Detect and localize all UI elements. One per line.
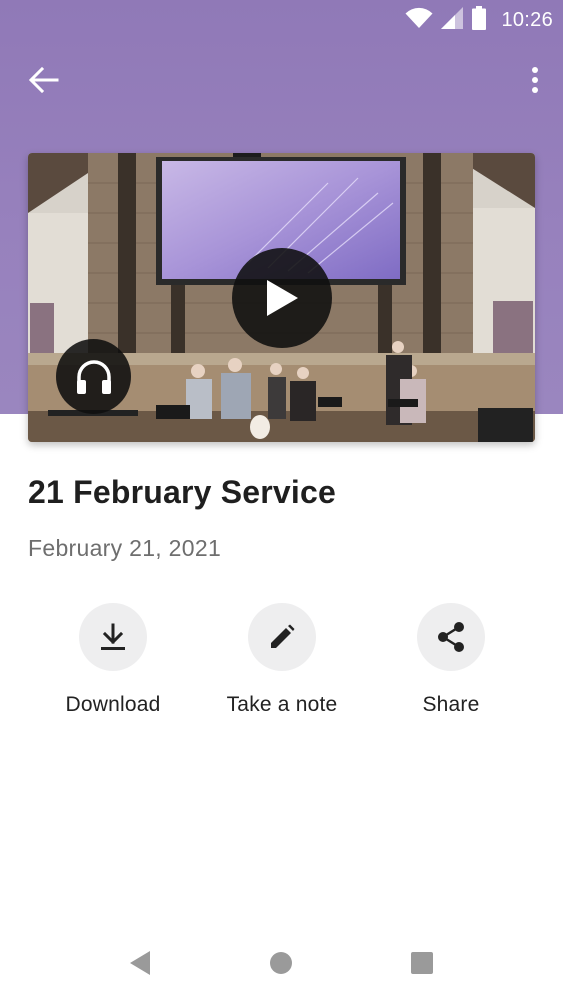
status-bar: 10:26 xyxy=(0,0,563,40)
sermon-title: 21 February Service xyxy=(28,474,336,510)
audio-play-button[interactable] xyxy=(56,339,131,414)
arrow-back-icon xyxy=(29,67,59,93)
headphones-icon xyxy=(76,359,111,394)
play-icon xyxy=(267,280,298,316)
share-button[interactable]: Share xyxy=(366,603,536,717)
nav-recents-button[interactable] xyxy=(402,946,442,980)
status-time: 10:26 xyxy=(501,8,553,31)
video-thumbnail[interactable] xyxy=(28,153,535,442)
download-icon xyxy=(101,623,125,650)
nav-home-button[interactable] xyxy=(261,946,301,980)
download-label: Download xyxy=(65,693,161,716)
more-options-button[interactable] xyxy=(523,60,547,100)
more-vert-icon xyxy=(532,67,538,93)
note-icon-circle xyxy=(248,603,316,671)
battery-icon xyxy=(471,5,487,35)
play-button[interactable] xyxy=(232,248,332,348)
share-label: Share xyxy=(422,693,480,716)
cell-signal-icon xyxy=(441,6,464,34)
share-icon xyxy=(438,622,464,652)
pencil-icon xyxy=(271,624,295,648)
nav-home-icon xyxy=(270,952,292,974)
back-button[interactable] xyxy=(24,60,64,100)
nav-back-icon xyxy=(130,951,150,975)
status-icons: 10:26 xyxy=(405,5,553,35)
nav-recents-icon xyxy=(411,952,433,974)
download-button[interactable]: Download xyxy=(28,603,198,717)
share-icon-circle xyxy=(417,603,485,671)
download-icon-circle xyxy=(79,603,147,671)
take-a-note-label: Take a note xyxy=(226,693,338,716)
wifi-icon xyxy=(405,7,433,34)
take-a-note-button[interactable]: Take a note xyxy=(197,603,367,717)
sermon-date: February 21, 2021 xyxy=(28,535,222,561)
nav-back-button[interactable] xyxy=(120,946,160,980)
